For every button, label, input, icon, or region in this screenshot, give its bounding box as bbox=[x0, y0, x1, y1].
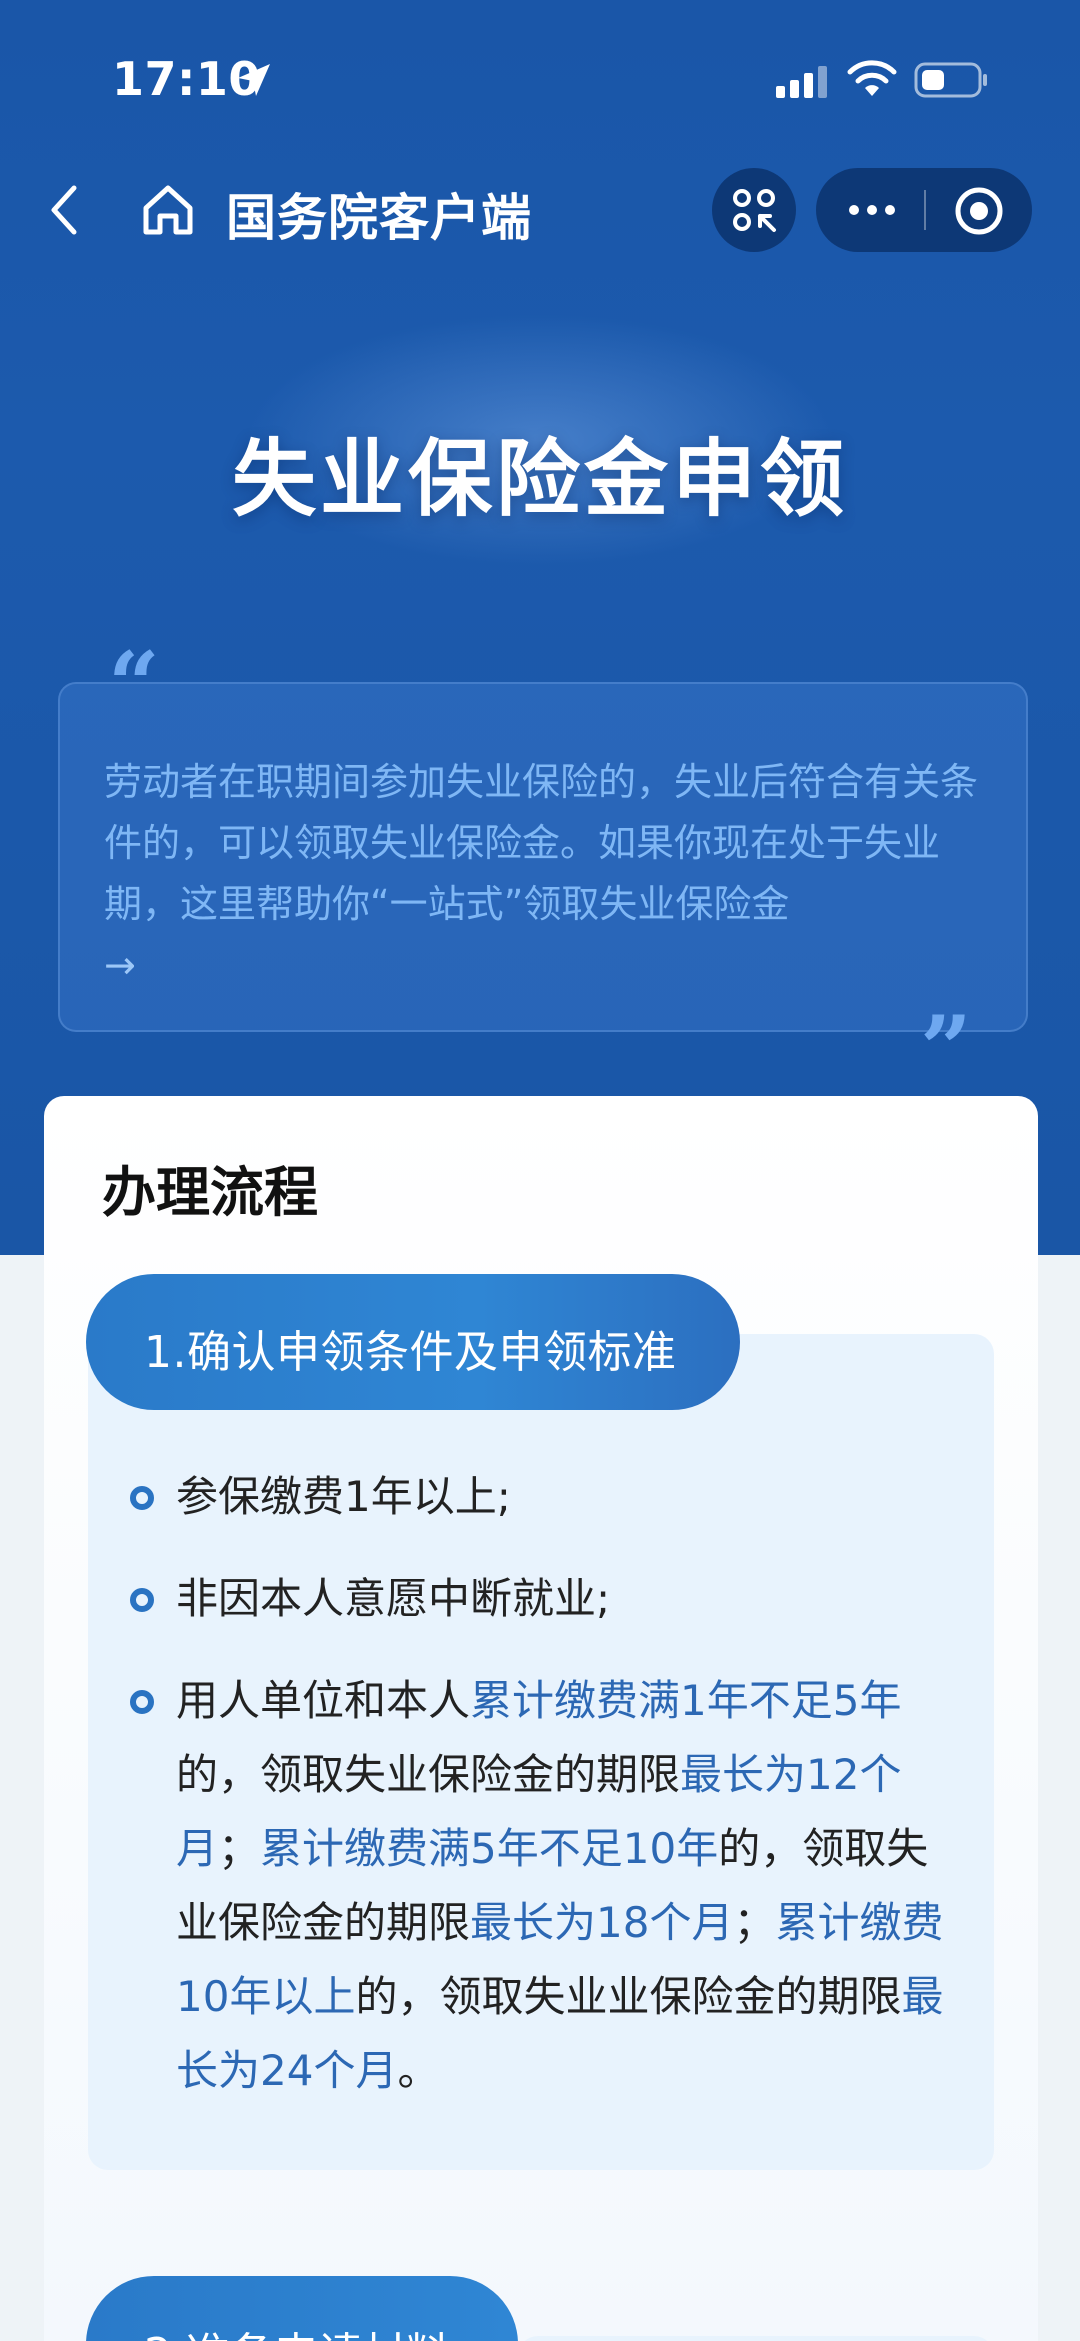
step2-header: 2.准备申请材料 bbox=[86, 2276, 518, 2341]
more-button[interactable] bbox=[816, 168, 924, 252]
highlight-text: 累计缴费满1年不足5年 bbox=[470, 1676, 902, 1725]
battery-icon bbox=[914, 62, 987, 98]
text-segment: 。 bbox=[397, 2046, 440, 2095]
hero-title: 失业保险金申领 bbox=[231, 430, 848, 528]
step1-bullet-list: 参保缴费1年以上; 非因本人意愿中断就业; 用人单位和本人累计缴费满1年不足5年… bbox=[130, 1460, 950, 2136]
text-segment: ； bbox=[733, 1898, 776, 1947]
list-item: 参保缴费1年以上; bbox=[130, 1460, 950, 1534]
bullet-text: 参保缴费1年以上; bbox=[176, 1472, 511, 1521]
bullet-dot-icon bbox=[130, 1486, 154, 1510]
highlight-text: 最长为18个月 bbox=[470, 1898, 734, 1947]
location-arrow-icon bbox=[238, 64, 270, 96]
step1-label: 1.确认申领条件及申领标准 bbox=[144, 1327, 677, 1378]
bullet-dot-icon bbox=[130, 1690, 154, 1714]
arrow-right-icon: → bbox=[104, 943, 136, 987]
cellular-signal-icon bbox=[776, 66, 827, 98]
back-icon[interactable] bbox=[40, 178, 90, 242]
step1-header: 1.确认申领条件及申领标准 bbox=[86, 1274, 740, 1410]
bullet-text: 用人单位和本人累计缴费满1年不足5年的，领取失业保险金的期限最长为12个月；累计… bbox=[176, 1676, 944, 2095]
process-title: 办理流程 bbox=[102, 1161, 318, 1224]
highlight-text: 累计缴费满5年不足10年 bbox=[260, 1824, 719, 1873]
text-segment: 的，领取失业业保险金的期限 bbox=[355, 1972, 902, 2021]
intro-text[interactable]: 劳动者在职期间参加失业保险的，失业后符合有关条件的，可以领取失业保险金。如果你现… bbox=[104, 752, 994, 996]
scan-icon bbox=[733, 189, 776, 232]
nav-bar: 国务院客户端 bbox=[0, 160, 1080, 260]
text-segment: 用人单位和本人 bbox=[176, 1676, 471, 1725]
step2-label: 2.准备申请材料 bbox=[144, 2318, 450, 2341]
bullet-text: 非因本人意愿中断就业; bbox=[176, 1574, 611, 1623]
app-title: 国务院客户端 bbox=[226, 189, 532, 247]
text-segment: ； bbox=[218, 1824, 261, 1873]
more-dots-icon bbox=[849, 205, 895, 215]
bullet-dot-icon bbox=[130, 1588, 154, 1612]
mini-program-capsule bbox=[816, 168, 1032, 252]
quote-close-icon: ” bbox=[920, 996, 972, 1102]
text-segment: 的，领取失业保险金的期限 bbox=[176, 1750, 681, 1799]
scan-button[interactable] bbox=[712, 168, 796, 252]
target-close-icon bbox=[955, 187, 1003, 235]
quote-open-icon: “ bbox=[108, 632, 160, 738]
wifi-icon bbox=[847, 60, 897, 96]
step2-panel bbox=[518, 2336, 994, 2341]
close-button[interactable] bbox=[926, 168, 1032, 252]
page: 17:10 国务院客户端 失业保险金申领 “ ” 劳动者在职期间参加失业保险的，… bbox=[0, 0, 1080, 2341]
status-bar: 17:10 bbox=[0, 0, 1080, 150]
list-item: 非因本人意愿中断就业; bbox=[130, 1562, 950, 1636]
list-item: 用人单位和本人累计缴费满1年不足5年的，领取失业保险金的期限最长为12个月；累计… bbox=[130, 1664, 950, 2108]
intro-paragraph: 劳动者在职期间参加失业保险的，失业后符合有关条件的，可以领取失业保险金。如果你现… bbox=[104, 760, 979, 926]
home-icon[interactable] bbox=[138, 180, 198, 240]
